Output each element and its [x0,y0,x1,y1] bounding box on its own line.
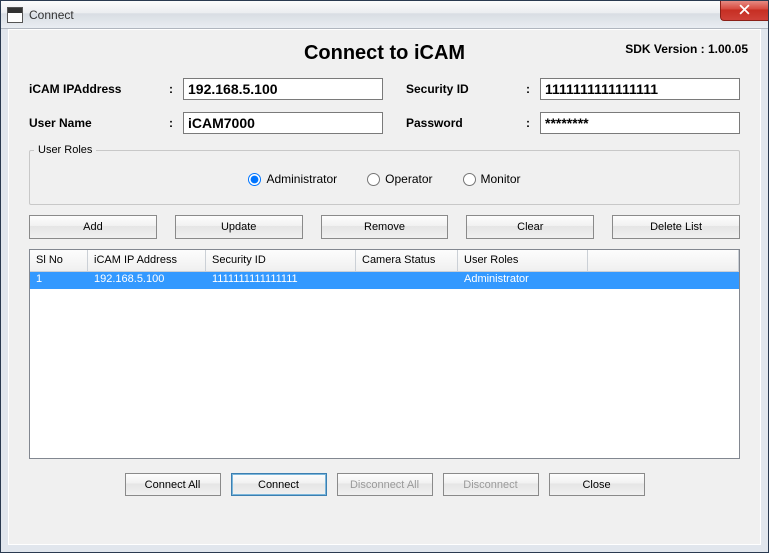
connect-all-button[interactable]: Connect All [125,473,221,496]
close-icon [739,4,750,18]
security-id-label: Security ID [406,82,516,96]
role-radio-operator[interactable] [367,173,380,186]
add-button[interactable]: Add [29,215,157,239]
client-area: Connect to iCAM SDK Version : 1.00.05 iC… [9,30,760,544]
bottom-button-row: Connect All Connect Disconnect All Disco… [17,473,752,496]
role-option-administrator[interactable]: Administrator [248,172,337,186]
col-header-roles[interactable]: User Roles [458,250,588,272]
close-button[interactable]: Close [549,473,645,496]
role-label-administrator: Administrator [266,172,337,186]
username-input[interactable] [183,112,383,134]
cell-slno: 1 [30,272,88,289]
col-header-secid[interactable]: Security ID [206,250,356,272]
role-option-operator[interactable]: Operator [367,172,432,186]
roles-row: Administrator Operator Monitor [34,172,735,186]
role-option-monitor[interactable]: Monitor [463,172,521,186]
ip-address-input[interactable] [183,78,383,100]
cell-camera [356,272,458,289]
heading-row: Connect to iCAM SDK Version : 1.00.05 [17,36,752,70]
colon: : [522,116,534,130]
table-row[interactable]: 1192.168.5.1001111111111111111 Administra… [30,272,739,289]
action-button-row: Add Update Remove Clear Delete List [29,215,740,239]
clear-button[interactable]: Clear [466,215,594,239]
role-radio-administrator[interactable] [248,173,261,186]
role-radio-monitor[interactable] [463,173,476,186]
cell-secid: 1111111111111111 [206,272,356,289]
delete-list-button[interactable]: Delete List [612,215,740,239]
cell-ip: 192.168.5.100 [88,272,206,289]
col-header-rest [588,250,739,272]
connection-form: iCAM IPAddress : Security ID : User Name… [29,78,740,134]
connect-button[interactable]: Connect [231,473,327,496]
col-header-ip[interactable]: iCAM IP Address [88,250,206,272]
colon: : [165,116,177,130]
colon: : [165,82,177,96]
role-label-operator: Operator [385,172,432,186]
cell-roles: Administrator [458,272,588,289]
update-button[interactable]: Update [175,215,303,239]
user-roles-group: User Roles Administrator Operator Monito… [29,144,740,205]
device-table[interactable]: Sl No iCAM IP Address Security ID Camera… [29,249,740,459]
col-header-slno[interactable]: Sl No [30,250,88,272]
security-id-input[interactable] [540,78,740,100]
username-label: User Name [29,116,159,130]
col-header-camera[interactable]: Camera Status [356,250,458,272]
password-label: Password [406,116,516,130]
password-input[interactable] [540,112,740,134]
cell-rest [588,272,739,289]
window-title: Connect [29,8,74,22]
titlebar[interactable]: Connect [1,1,768,29]
colon: : [522,82,534,96]
page-title: Connect to iCAM [304,42,465,65]
table-header-row: Sl No iCAM IP Address Security ID Camera… [30,250,739,272]
close-window-button[interactable] [720,1,768,21]
app-window: Connect Connect to iCAM SDK Version : 1.… [0,0,769,553]
app-icon [7,7,23,23]
remove-button[interactable]: Remove [321,215,449,239]
disconnect-all-button[interactable]: Disconnect All [337,473,433,496]
ip-address-label: iCAM IPAddress [29,82,159,96]
sdk-version-label: SDK Version : 1.00.05 [625,42,748,56]
role-label-monitor: Monitor [481,172,521,186]
table-body: 1192.168.5.1001111111111111111 Administra… [30,272,739,289]
user-roles-legend: User Roles [34,144,96,156]
disconnect-button[interactable]: Disconnect [443,473,539,496]
